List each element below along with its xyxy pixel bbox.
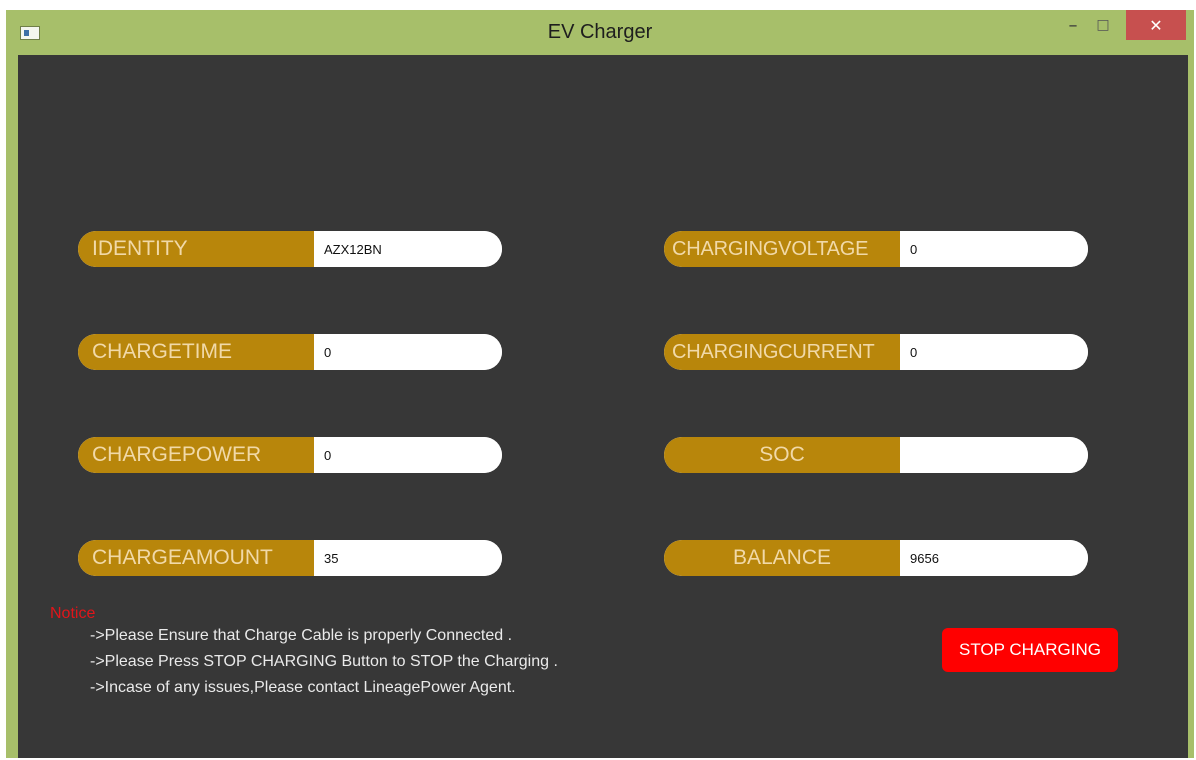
chargeamount-field: CHARGEAMOUNT [78,540,502,576]
chargingcurrent-label: CHARGINGCURRENT [664,334,900,370]
chargingcurrent-input[interactable] [900,334,1088,370]
chargetime-input[interactable] [314,334,502,370]
chargetime-label: CHARGETIME [78,334,314,370]
soc-input[interactable] [900,437,1088,473]
stop-charging-button[interactable]: STOP CHARGING [942,628,1118,672]
notice-line: ->Please Ensure that Charge Cable is pro… [90,627,513,644]
close-button[interactable]: ✕ [1126,10,1186,40]
identity-input[interactable] [314,231,502,267]
chargepower-field: CHARGEPOWER [78,437,502,473]
balance-label: BALANCE [664,540,900,576]
chargingvoltage-label: CHARGINGVOLTAGE [664,231,900,267]
chargeamount-input[interactable] [314,540,502,576]
balance-input[interactable] [900,540,1088,576]
window-title: EV Charger [547,21,653,43]
minimize-button[interactable]: – [1060,10,1086,40]
chargetime-field: CHARGETIME [78,334,502,370]
notice-title: Notice [50,605,96,622]
balance-field: BALANCE [664,540,1088,576]
maximize-button[interactable]: □ [1090,10,1116,40]
identity-field: IDENTITY [78,231,502,267]
notice-line: ->Please Press STOP CHARGING Button to S… [90,653,558,670]
chargingvoltage-input[interactable] [900,231,1088,267]
notice-line: ->Incase of any issues,Please contact Li… [90,679,516,696]
title-bar: EV Charger – □ ✕ [6,10,1194,55]
soc-label: SOC [664,437,900,473]
chargingvoltage-field: CHARGINGVOLTAGE [664,231,1088,267]
client-area: IDENTITY CHARGETIME CHARGEPOWER CHARGEAM… [18,55,1188,758]
app-window: EV Charger – □ ✕ IDENTITY CHARGETIME CHA… [6,10,1194,758]
chargingcurrent-field: CHARGINGCURRENT [664,334,1088,370]
soc-field: SOC [664,437,1088,473]
chargeamount-label: CHARGEAMOUNT [78,540,314,576]
chargepower-label: CHARGEPOWER [78,437,314,473]
chargepower-input[interactable] [314,437,502,473]
identity-label: IDENTITY [78,231,314,267]
